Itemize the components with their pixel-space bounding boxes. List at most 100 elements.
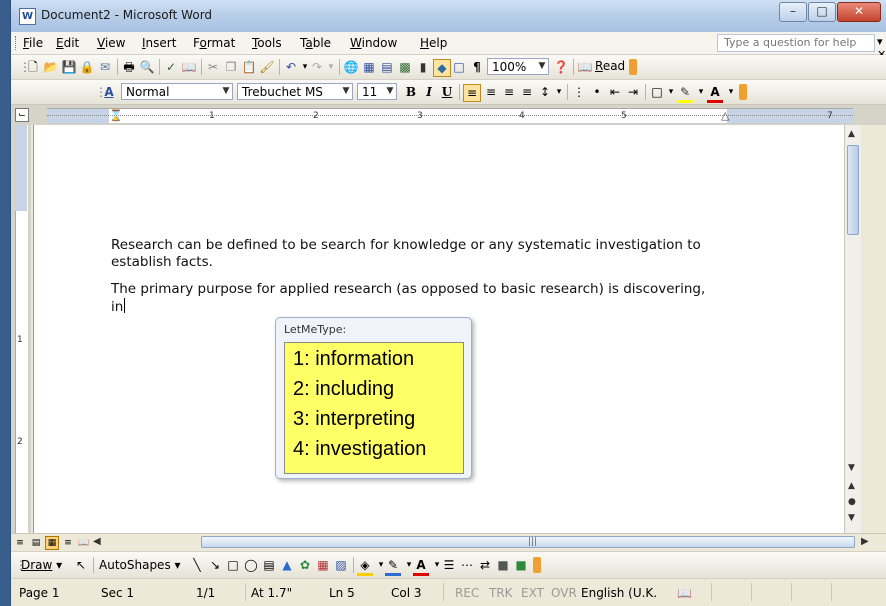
increase-indent-icon[interactable]: ⇥ bbox=[625, 84, 641, 100]
text-box-icon[interactable]: ▤ bbox=[261, 557, 277, 573]
document-map-icon[interactable]: □ bbox=[451, 59, 467, 75]
status-ext[interactable]: EXT bbox=[521, 586, 544, 600]
align-left-icon[interactable]: ≡ bbox=[463, 84, 481, 102]
toolbar-options-icon[interactable] bbox=[533, 557, 541, 573]
format-painter-icon[interactable]: 🖌 bbox=[259, 59, 275, 75]
diagram-icon[interactable]: ✿ bbox=[297, 557, 313, 573]
line-icon[interactable]: ╲ bbox=[189, 557, 205, 573]
show-hide-icon[interactable]: ¶ bbox=[469, 59, 485, 75]
vertical-scrollbar[interactable]: ▲ ▼ ▲ ● ▼ bbox=[844, 125, 861, 533]
rectangle-icon[interactable]: □ bbox=[225, 557, 241, 573]
email-icon[interactable]: ✉ bbox=[97, 59, 113, 75]
spelling-icon[interactable]: ✓ bbox=[163, 59, 179, 75]
line-style-icon[interactable]: ☰ bbox=[441, 557, 457, 573]
scroll-right-icon[interactable]: ▶ bbox=[861, 536, 869, 547]
zoom-select[interactable]: 100% ▼ bbox=[487, 58, 549, 75]
autoshapes-menu[interactable]: AutoShapes ▾ bbox=[99, 558, 181, 572]
menu-window[interactable]: Window bbox=[350, 36, 397, 50]
font-color-icon[interactable]: A bbox=[413, 557, 429, 576]
tab-selector[interactable]: ⌙ bbox=[15, 108, 29, 122]
menu-format[interactable]: Format bbox=[193, 36, 235, 50]
web-layout-icon[interactable]: ▤ bbox=[29, 536, 43, 550]
draw-menu[interactable]: Draw ▾ bbox=[21, 558, 62, 572]
drawing-icon[interactable]: ◆ bbox=[433, 59, 451, 77]
print-preview-icon[interactable]: 🔍 bbox=[139, 59, 155, 75]
toolbar-options-icon[interactable] bbox=[739, 84, 747, 100]
3d-style-icon[interactable]: ■ bbox=[513, 557, 529, 573]
suggestion-item[interactable]: 2: including bbox=[293, 378, 394, 401]
reading-layout-icon[interactable]: 📖 bbox=[77, 536, 91, 550]
horizontal-scroll-thumb[interactable]: ||| bbox=[201, 536, 855, 548]
open-folder-icon[interactable]: 📂 bbox=[43, 59, 59, 75]
menu-edit[interactable]: Edit bbox=[56, 36, 79, 50]
fill-color-icon[interactable]: ◈ bbox=[357, 557, 373, 576]
vertical-scroll-thumb[interactable] bbox=[847, 145, 859, 235]
title-bar[interactable]: W Document2 - Microsoft Word – □ ✕ bbox=[11, 0, 886, 33]
highlight-icon[interactable]: ✎ bbox=[677, 84, 693, 103]
maximize-button[interactable]: □ bbox=[808, 2, 836, 22]
line-color-icon[interactable]: ✎ bbox=[385, 557, 401, 576]
minimize-button[interactable]: – bbox=[779, 2, 807, 22]
vertical-ruler[interactable]: 1 2 bbox=[11, 125, 31, 533]
save-icon[interactable]: 💾 bbox=[61, 59, 77, 75]
dash-style-icon[interactable]: ⋯ bbox=[459, 557, 475, 573]
toolbar-grip[interactable] bbox=[15, 36, 18, 50]
status-ovr[interactable]: OVR bbox=[551, 586, 577, 600]
shadow-style-icon[interactable]: ■ bbox=[495, 557, 511, 573]
wordart-icon[interactable]: ▲ bbox=[279, 557, 295, 573]
first-line-indent-marker[interactable]: ⌛ bbox=[109, 109, 123, 123]
hyperlink-icon[interactable]: 🌐 bbox=[343, 59, 359, 75]
justify-icon[interactable]: ≡ bbox=[519, 84, 535, 100]
arrow-style-icon[interactable]: ⇄ bbox=[477, 557, 493, 573]
decrease-indent-icon[interactable]: ⇤ bbox=[607, 84, 623, 100]
columns-icon[interactable]: ▮ bbox=[415, 59, 431, 75]
menu-table[interactable]: Table bbox=[300, 36, 331, 50]
arrow-icon[interactable]: ↘ bbox=[207, 557, 223, 573]
chevron-down-icon[interactable]: ▼ bbox=[384, 84, 396, 99]
scroll-down-icon[interactable]: ▼ bbox=[848, 463, 855, 473]
right-indent-marker[interactable]: △ bbox=[721, 109, 729, 123]
horizontal-ruler[interactable]: ⌛ 1 2 3 4 5 △ 7 bbox=[47, 108, 853, 124]
menu-tools[interactable]: Tools bbox=[252, 36, 282, 50]
status-trk[interactable]: TRK bbox=[489, 586, 513, 600]
next-page-icon[interactable]: ▼ bbox=[848, 513, 855, 523]
help-search-input[interactable]: Type a question for help bbox=[717, 34, 875, 52]
align-right-icon[interactable]: ≡ bbox=[501, 84, 517, 100]
font-color-dropdown-icon[interactable]: ▾ bbox=[723, 84, 739, 100]
toolbar-options-icon[interactable] bbox=[629, 59, 637, 75]
font-size-select[interactable]: 11 ▼ bbox=[357, 83, 397, 100]
scroll-up-icon[interactable]: ▲ bbox=[848, 129, 855, 139]
chevron-down-icon[interactable]: ▼ bbox=[220, 84, 232, 99]
spelling-status-icon[interactable]: 📖 bbox=[677, 586, 692, 600]
suggestion-item[interactable]: 3: interpreting bbox=[293, 408, 415, 431]
suggestion-item[interactable]: 1: information bbox=[293, 348, 414, 371]
bullets-icon[interactable]: • bbox=[589, 84, 605, 100]
print-icon[interactable]: 🖶 bbox=[121, 59, 137, 75]
insert-excel-icon[interactable]: ▩ bbox=[397, 59, 413, 75]
copy-icon[interactable]: ❐ bbox=[223, 59, 239, 75]
suggestion-item[interactable]: 4: investigation bbox=[293, 438, 426, 461]
read-icon[interactable]: 📖 bbox=[577, 59, 593, 75]
redo-dropdown-icon[interactable]: ▾ bbox=[323, 59, 339, 75]
print-layout-icon[interactable]: ▦ bbox=[45, 536, 59, 550]
cut-icon[interactable]: ✂ bbox=[205, 59, 221, 75]
underline-icon[interactable]: U bbox=[439, 84, 455, 100]
word-doc-icon[interactable]: W bbox=[19, 8, 36, 25]
align-center-icon[interactable]: ≡ bbox=[483, 84, 499, 100]
chevron-down-icon[interactable]: ▼ bbox=[536, 59, 548, 74]
research-icon[interactable]: 📖 bbox=[181, 59, 197, 75]
numbering-icon[interactable]: ⋮ bbox=[571, 84, 587, 100]
styles-formatting-icon[interactable]: A bbox=[101, 84, 117, 100]
italic-icon[interactable]: I bbox=[421, 84, 437, 100]
font-select[interactable]: Trebuchet MS ▼ bbox=[237, 83, 353, 100]
clip-art-icon[interactable]: ▦ bbox=[315, 557, 331, 573]
select-objects-icon[interactable]: ↖ bbox=[73, 557, 89, 573]
help-icon[interactable]: ❓ bbox=[553, 59, 569, 75]
picture-icon[interactable]: ▨ bbox=[333, 557, 349, 573]
select-browse-object-icon[interactable]: ● bbox=[848, 497, 856, 507]
previous-page-icon[interactable]: ▲ bbox=[848, 481, 855, 491]
oval-icon[interactable]: ◯ bbox=[243, 557, 259, 573]
style-select[interactable]: Normal ▼ bbox=[121, 83, 233, 100]
status-language[interactable]: English (U.K. bbox=[581, 586, 657, 600]
close-button[interactable]: ✕ bbox=[837, 2, 881, 22]
